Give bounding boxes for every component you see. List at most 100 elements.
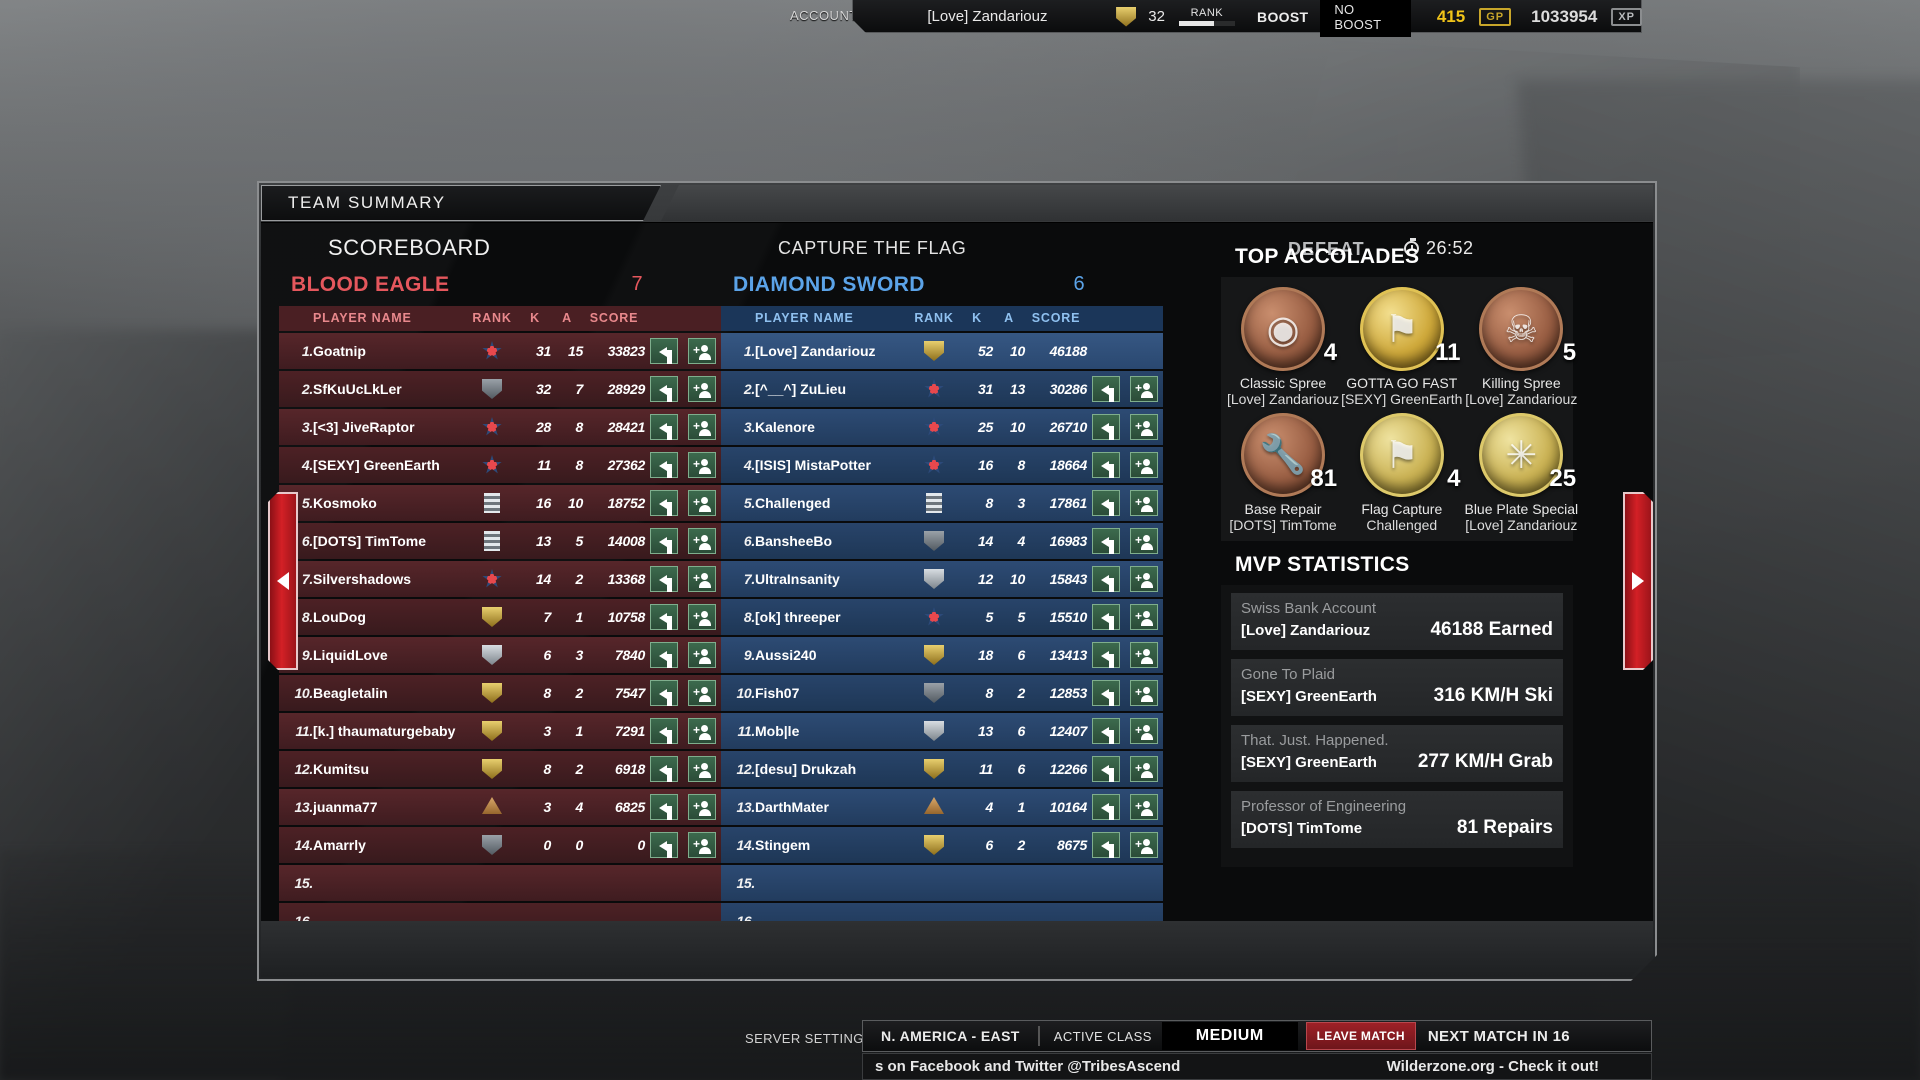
row-player-name[interactable]: Challenged: [755, 485, 907, 521]
row-player-name[interactable]: Stingem: [755, 827, 907, 863]
mute-player-button[interactable]: [1092, 376, 1120, 402]
add-friend-button[interactable]: +: [688, 680, 716, 706]
row-player-name[interactable]: Beagletalin: [313, 675, 465, 711]
tab-team-summary[interactable]: TEAM SUMMARY: [261, 185, 661, 221]
row-player-name[interactable]: [<3] JiveRaptor: [313, 409, 465, 445]
server-region[interactable]: N. AMERICA - EAST: [863, 1026, 1040, 1046]
row-rank: [907, 865, 961, 901]
row-player-name[interactable]: Kalenore: [755, 409, 907, 445]
mute-player-button[interactable]: [650, 414, 678, 440]
row-player-name[interactable]: [desu] Drukzah: [755, 751, 907, 787]
add-friend-button[interactable]: +: [688, 528, 716, 554]
row-player-name[interactable]: Amarrly: [313, 827, 465, 863]
add-friend-button[interactable]: +: [688, 376, 716, 402]
row-player-name[interactable]: Kumitsu: [313, 751, 465, 787]
row-player-name[interactable]: Silvershadows: [313, 561, 465, 597]
add-friend-button[interactable]: +: [688, 338, 716, 364]
add-friend-button[interactable]: +: [1130, 376, 1158, 402]
add-friend-button[interactable]: +: [1130, 566, 1158, 592]
mute-player-button[interactable]: [650, 642, 678, 668]
mute-player-button[interactable]: [650, 490, 678, 516]
boost-value[interactable]: NO BOOST: [1320, 0, 1411, 37]
leave-match-button[interactable]: LEAVE MATCH: [1305, 1022, 1416, 1050]
row-player-name[interactable]: [DOTS] TimTome: [313, 523, 465, 559]
add-friend-button[interactable]: +: [688, 832, 716, 858]
mvp-list: Swiss Bank Account [Love] Zandariouz 46188…: [1221, 585, 1573, 867]
mute-player-button[interactable]: [1092, 718, 1120, 744]
row-player-name[interactable]: [313, 865, 465, 901]
row-player-name[interactable]: [ok] threeper: [755, 599, 907, 635]
row-player-name[interactable]: SfKuUcLkLer: [313, 371, 465, 407]
mute-player-button[interactable]: [650, 452, 678, 478]
add-friend-button[interactable]: +: [1130, 642, 1158, 668]
mute-player-button[interactable]: [1092, 756, 1120, 782]
mute-player-button[interactable]: [1092, 414, 1120, 440]
mute-player-button[interactable]: [1092, 528, 1120, 554]
row-player-name[interactable]: UltraInsanity: [755, 561, 907, 597]
mute-player-button[interactable]: [650, 794, 678, 820]
mute-player-button[interactable]: [650, 756, 678, 782]
row-assists: 1: [1017, 799, 1026, 815]
mute-player-button[interactable]: [650, 604, 678, 630]
row-player-name[interactable]: DarthMater: [755, 789, 907, 825]
mute-player-button[interactable]: [1092, 566, 1120, 592]
add-friend-button[interactable]: +: [688, 414, 716, 440]
mute-player-button[interactable]: [1092, 794, 1120, 820]
add-friend-button[interactable]: +: [1130, 756, 1158, 782]
team-diamond-sword: DIAMOND SWORD 6 PLAYER NAME RANK K A SCO…: [721, 273, 1163, 941]
mute-player-button[interactable]: [1092, 604, 1120, 630]
mute-player-button[interactable]: [1092, 490, 1120, 516]
mute-player-button[interactable]: [1092, 452, 1120, 478]
add-friend-button[interactable]: +: [1130, 794, 1158, 820]
add-friend-button[interactable]: +: [1130, 528, 1158, 554]
add-friend-button[interactable]: +: [688, 604, 716, 630]
table-row: 14. Amarrly 0 0 0 +: [279, 827, 721, 863]
add-friend-button[interactable]: +: [1130, 604, 1158, 630]
accolade-name: Base Repair: [1244, 501, 1322, 517]
row-player-name[interactable]: [ISIS] MistaPotter: [755, 447, 907, 483]
mute-player-button[interactable]: [650, 566, 678, 592]
mute-player-button[interactable]: [650, 680, 678, 706]
mute-player-button[interactable]: [650, 338, 678, 364]
row-player-name[interactable]: Mob|le: [755, 713, 907, 749]
add-friend-button[interactable]: +: [688, 718, 716, 744]
row-player-name[interactable]: BansheeBo: [755, 523, 907, 559]
row-player-name[interactable]: juanma77: [313, 789, 465, 825]
add-friend-button[interactable]: +: [688, 490, 716, 516]
row-player-name[interactable]: Aussi240: [755, 637, 907, 673]
row-player-name[interactable]: [Love] Zandariouz: [755, 333, 907, 369]
add-friend-button[interactable]: +: [1130, 718, 1158, 744]
row-player-name[interactable]: [^__^] ZuLieu: [755, 371, 907, 407]
mute-player-button[interactable]: [650, 376, 678, 402]
account-player-name[interactable]: [Love] Zandariouz: [862, 8, 1113, 25]
row-player-name[interactable]: [755, 865, 907, 901]
add-friend-button[interactable]: +: [1130, 680, 1158, 706]
mute-player-button[interactable]: [1092, 642, 1120, 668]
row-player-name[interactable]: Kosmoko: [313, 485, 465, 521]
row-player-name[interactable]: LiquidLove: [313, 637, 465, 673]
rank-progress[interactable]: RANK: [1178, 7, 1236, 26]
row-player-name[interactable]: Fish07: [755, 675, 907, 711]
mute-player-button[interactable]: [1092, 832, 1120, 858]
mute-player-button[interactable]: [1092, 680, 1120, 706]
mute-player-button[interactable]: [650, 718, 678, 744]
add-friend-button[interactable]: +: [688, 452, 716, 478]
add-friend-button[interactable]: +: [1130, 452, 1158, 478]
row-kills: 16: [978, 457, 993, 473]
prev-page-button[interactable]: [268, 492, 298, 670]
active-class-value[interactable]: MEDIUM: [1161, 1022, 1298, 1050]
add-friend-button[interactable]: +: [688, 566, 716, 592]
row-player-name[interactable]: [k.] thaumaturgebaby: [313, 713, 465, 749]
add-friend-button[interactable]: +: [688, 794, 716, 820]
row-player-name[interactable]: Goatnip: [313, 333, 465, 369]
add-friend-button[interactable]: +: [1130, 490, 1158, 516]
add-friend-button[interactable]: +: [1130, 414, 1158, 440]
row-player-name[interactable]: LouDog: [313, 599, 465, 635]
add-friend-button[interactable]: +: [1130, 832, 1158, 858]
mute-player-button[interactable]: [650, 528, 678, 554]
add-friend-button[interactable]: +: [688, 642, 716, 668]
add-friend-button[interactable]: +: [688, 756, 716, 782]
mute-player-button[interactable]: [650, 832, 678, 858]
row-player-name[interactable]: [SEXY] GreenEarth: [313, 447, 465, 483]
next-page-button[interactable]: [1623, 492, 1653, 670]
